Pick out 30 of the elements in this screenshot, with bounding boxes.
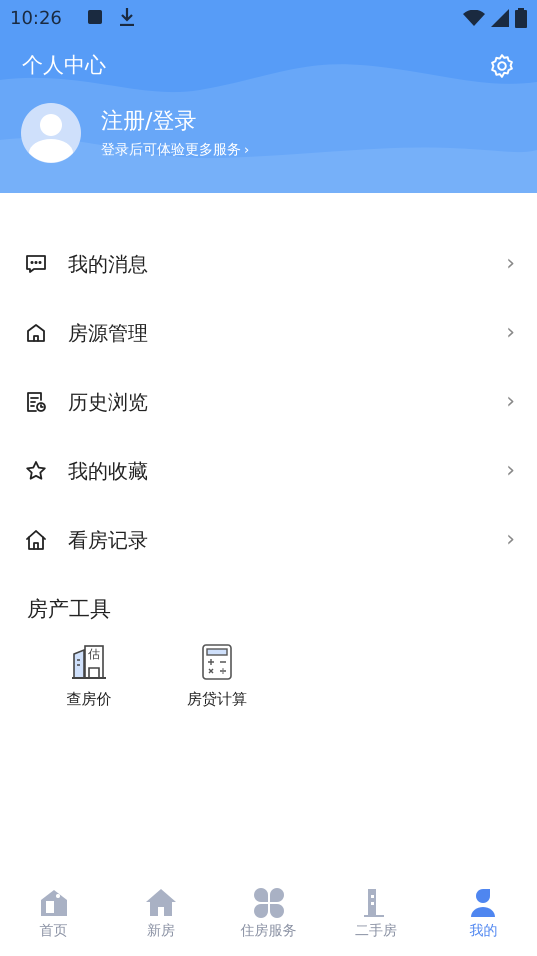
signal-icon <box>491 9 509 27</box>
status-time: 10:26 <box>10 6 62 30</box>
chevron-icon: › <box>506 385 515 418</box>
chevron-icon: › <box>244 140 250 160</box>
download-icon <box>120 8 134 26</box>
section-title: 房产工具 <box>27 597 111 621</box>
chevron-icon: › <box>506 454 515 487</box>
house-icon <box>145 886 178 918</box>
menu-item[interactable]: 我的收藏 › <box>0 436 537 505</box>
home-icon <box>24 528 48 552</box>
tab[interactable]: 我的 <box>430 880 537 948</box>
chevron-icon: › <box>506 247 515 280</box>
tool-item[interactable]: 房贷计算 <box>178 644 256 710</box>
clover-icon <box>252 886 285 918</box>
menu-item[interactable]: 房源管理 › <box>0 298 537 367</box>
document-clock-icon <box>24 390 48 414</box>
battery-icon <box>515 8 527 28</box>
chevron-icon: › <box>506 316 515 349</box>
menu-item[interactable]: 看房记录 › <box>0 505 537 574</box>
page-title: 个人中心 <box>22 52 106 80</box>
menu-item[interactable]: 历史浏览 › <box>0 367 537 436</box>
tool-item[interactable]: 估 查房价 <box>50 644 128 710</box>
login-hint: 登录后可体验更多服务 <box>101 141 241 160</box>
menu-item[interactable]: 我的消息 › <box>0 229 537 298</box>
settings-icon[interactable] <box>489 53 515 79</box>
wifi-icon <box>463 10 485 26</box>
star-icon <box>24 458 48 482</box>
calculator-icon <box>202 644 232 680</box>
chevron-icon: › <box>506 523 515 556</box>
avatar-icon[interactable] <box>21 103 81 163</box>
